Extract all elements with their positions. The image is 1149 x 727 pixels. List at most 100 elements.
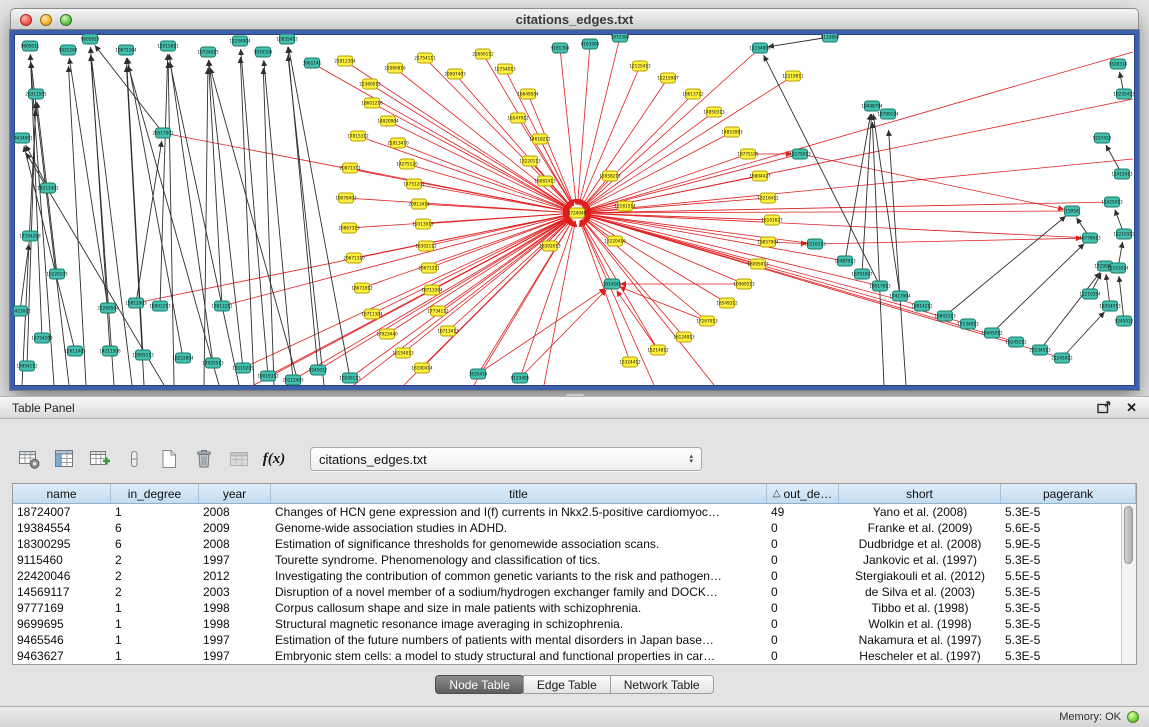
graph-edge[interactable]: [268, 217, 570, 376]
graph-node[interactable]: 20871311: [339, 163, 361, 173]
graph-edge[interactable]: [288, 47, 350, 378]
tab-node-table[interactable]: Node Table: [435, 675, 524, 694]
graph-node[interactable]: 17417904: [889, 291, 911, 301]
graph-node[interactable]: 10969513: [733, 279, 755, 289]
zoom-button[interactable]: [60, 14, 72, 26]
graph-node[interactable]: 17025513: [202, 358, 224, 368]
close-button[interactable]: [20, 14, 32, 26]
graph-node[interactable]: 16220105: [46, 269, 68, 279]
graph-edge[interactable]: [585, 198, 768, 212]
graph-edge[interactable]: [240, 57, 254, 385]
add-column-icon[interactable]: [86, 446, 112, 472]
graph-node[interactable]: 10116213: [804, 239, 826, 249]
graph-edge[interactable]: [872, 122, 884, 385]
graph-edge[interactable]: [208, 60, 222, 306]
graph-edge[interactable]: [582, 219, 714, 385]
graph-node[interactable]: 1724040: [568, 208, 587, 218]
graph-node[interactable]: 17815312: [347, 131, 369, 141]
graph-node[interactable]: 5972304: [611, 34, 630, 42]
graph-edge[interactable]: [288, 47, 318, 370]
graph-node[interactable]: 21260504: [97, 303, 119, 313]
table-row[interactable]: 2242004622012Investigating the contribut…: [13, 568, 1121, 584]
graph-node[interactable]: 12215987: [657, 73, 679, 83]
graph-node[interactable]: 14853083: [721, 127, 743, 137]
graph-edge[interactable]: [372, 103, 570, 209]
graph-node[interactable]: 20134513: [1029, 345, 1051, 355]
graph-node[interactable]: 12754013: [494, 64, 516, 74]
graph-node[interactable]: 9520314: [1109, 59, 1128, 69]
graph-edge[interactable]: [209, 60, 243, 368]
graph-node[interactable]: 8163904: [581, 39, 600, 49]
graph-node[interactable]: 12210354: [1079, 289, 1101, 299]
graph-node[interactable]: 10235413: [1113, 89, 1135, 99]
graph-edge[interactable]: [1062, 312, 1105, 358]
graph-node[interactable]: 16101627: [761, 215, 783, 225]
graph-edge[interactable]: [455, 74, 572, 207]
graph-node[interactable]: 19434901: [14, 133, 33, 143]
graph-node[interactable]: 16190414: [411, 363, 433, 373]
graph-node[interactable]: 18302112: [415, 241, 437, 251]
network-canvas[interactable]: 9605011983120496058231087130411015811107…: [14, 34, 1135, 386]
graph-edge[interactable]: [438, 218, 570, 311]
table-row[interactable]: 1456911722003Disruption of a novel membe…: [13, 584, 1121, 600]
graph-node[interactable]: 9605011: [21, 41, 40, 51]
graph-node[interactable]: 14820904: [377, 116, 399, 126]
graph-edge[interactable]: [889, 130, 906, 385]
column-header[interactable]: short: [839, 484, 1001, 503]
graph-node[interactable]: 16804427: [749, 171, 771, 181]
graph-node[interactable]: 11425913: [1101, 197, 1123, 207]
function-builder-button[interactable]: f(x): [261, 446, 287, 472]
graph-node[interactable]: 15812903: [125, 298, 147, 308]
graph-node[interactable]: 19245112: [1005, 337, 1027, 347]
graph-node[interactable]: 21754111: [414, 53, 436, 63]
graph-node[interactable]: 14211508: [99, 346, 121, 356]
table-mode-icon[interactable]: [16, 446, 42, 472]
graph-node[interactable]: 15958: [1065, 206, 1080, 216]
float-panel-icon[interactable]: [1097, 401, 1111, 414]
graph-node[interactable]: 21245012: [1051, 353, 1073, 363]
graph-node[interactable]: 19081413: [534, 176, 556, 186]
graph-node[interactable]: 13954112: [16, 361, 38, 371]
graph-edge[interactable]: [127, 58, 183, 358]
graph-node[interactable]: 14754209: [31, 333, 53, 343]
graph-node[interactable]: 21812304: [334, 56, 356, 66]
graph-node[interactable]: 9245013: [1115, 316, 1134, 326]
graph-node[interactable]: 22360013: [359, 79, 381, 89]
graph-node[interactable]: 10245113: [339, 373, 361, 383]
graph-node[interactable]: 18713304: [421, 285, 443, 295]
table-row[interactable]: 946362711997Embryonic stem cells: a mode…: [13, 648, 1121, 664]
graph-node[interactable]: 19448794: [861, 101, 883, 111]
graph-node[interactable]: 17354208: [19, 231, 41, 241]
graph-node[interactable]: 12103554: [1107, 263, 1129, 273]
graph-node[interactable]: 18110205: [232, 363, 254, 373]
network-table-selector[interactable]: citations_edges.txt ▴▾: [310, 447, 702, 471]
graph-node[interactable]: 11415413: [1111, 169, 1133, 179]
graph-edge[interactable]: [578, 44, 590, 205]
graph-edge[interactable]: [520, 290, 606, 378]
graph-node[interactable]: 17267013: [696, 316, 718, 326]
graph-node[interactable]: 9831204: [59, 45, 78, 55]
window-titlebar[interactable]: citations_edges.txt: [10, 8, 1139, 30]
table-row[interactable]: 911546021997Tourette syndrome. Phenomeno…: [13, 552, 1121, 568]
graph-node[interactable]: 19857904: [757, 237, 779, 247]
graph-node[interactable]: 16778413: [1079, 233, 1101, 243]
graph-node[interactable]: 13220416: [604, 236, 626, 246]
graph-node[interactable]: 9227413: [1093, 133, 1112, 143]
graph-node[interactable]: 3061141: [303, 58, 322, 68]
graph-node[interactable]: 16791907: [851, 269, 873, 279]
table-row[interactable]: 1872400712008Changes of HCN gene express…: [13, 504, 1121, 520]
table-row[interactable]: 1830029562008Estimation of significance …: [13, 536, 1121, 552]
graph-node[interactable]: 11154808: [749, 43, 771, 53]
graph-node[interactable]: 12125413: [629, 61, 651, 71]
graph-node[interactable]: 10835412: [276, 34, 298, 44]
graph-edge[interactable]: [581, 220, 612, 284]
graph-node[interactable]: 15175913: [789, 149, 811, 159]
column-header[interactable]: name: [13, 484, 111, 503]
graph-node[interactable]: 16711304: [361, 309, 383, 319]
graph-node[interactable]: 18302013: [539, 241, 561, 251]
graph-node[interactable]: 18095913: [747, 259, 769, 269]
graph-edge[interactable]: [585, 159, 1133, 212]
graph-edge[interactable]: [619, 287, 707, 321]
graph-node[interactable]: 17923440: [376, 329, 398, 339]
graph-node[interactable]: 1914545: [603, 279, 622, 289]
